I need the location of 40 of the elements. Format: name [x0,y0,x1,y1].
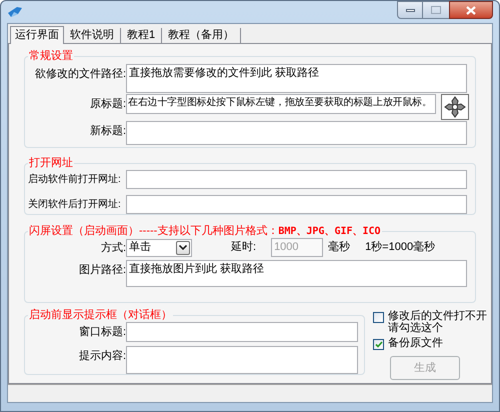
crosshair-icon [444,96,466,118]
app-icon [7,5,23,19]
field-label: 方式: [100,240,126,256]
close-button[interactable] [449,1,493,19]
field-label: 新标题: [88,124,126,139]
unit-label: 毫秒 [328,240,350,256]
checkbox[interactable] [373,339,384,350]
hint-text: 1秒=1000毫秒 [365,240,436,256]
group-title: 常规设置 [28,50,74,63]
group-title: 打开网址 [28,157,74,170]
checkbox-label[interactable]: 修改后的文件打不开请勾选这个 [388,310,488,334]
minimize-button[interactable] [397,1,423,19]
input-field[interactable] [126,121,467,145]
input-field[interactable] [126,195,467,214]
group-title: 闪屏设置（启动画面）-----支持以下几种图片格式： [29,225,278,237]
group-title: 启动前显示提示框（对话框） [28,309,173,322]
check-icon [374,341,382,348]
maximize-button[interactable] [423,1,449,19]
input-field[interactable] [126,322,358,342]
tab[interactable]: 运行界面 [10,26,64,44]
checkbox[interactable] [373,312,384,323]
field-label: 提示内容: [78,348,126,364]
field-label: 欲修改的文件路径: [34,66,126,82]
caret-icon [179,245,187,250]
format-list: BMP、JPG、GIF、ICO [278,226,381,237]
dropdown[interactable]: 单击 [126,238,192,256]
field-label: 延时: [231,240,256,256]
crosshair-button[interactable] [441,94,469,120]
field-label: 原标题: [88,97,126,112]
input-field[interactable] [126,170,467,189]
field-label: 关闭软件后打开网址: [28,198,122,212]
input-field[interactable]: 在右边十字型图标处按下鼠标左键，拖放至要获取的标题上放开鼠标。 [126,94,436,114]
field-label: 启动软件前打开网址: [28,172,122,187]
close-icon [466,6,476,14]
text-area[interactable]: 直接拖放图片到此 获取路径 [126,260,467,287]
dropdown-arrow-button[interactable] [176,240,190,254]
text-area[interactable]: 直接拖放需要修改的文件到此 获取路径 [126,64,467,93]
field-label: 窗口标题: [78,324,126,340]
field-label: 图片路径: [78,263,126,278]
checkbox-label[interactable]: 备份原文件 [388,337,488,349]
